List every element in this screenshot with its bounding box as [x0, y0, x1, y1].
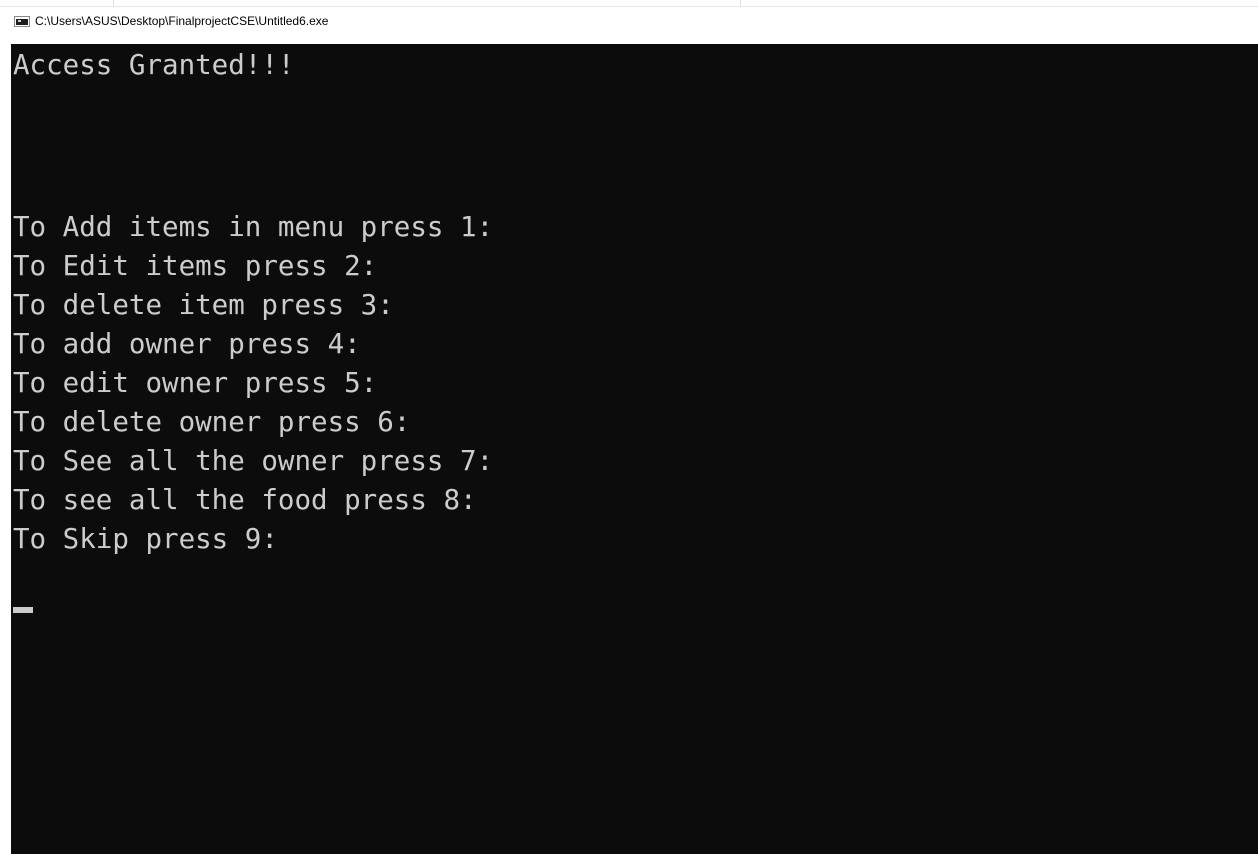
- window-top-edge: [0, 0, 1258, 7]
- menu-option-line: To Skip press 9:: [13, 523, 278, 555]
- menu-option-line: To delete item press 3:: [13, 289, 394, 321]
- text-cursor: [13, 607, 33, 613]
- menu-option-line: To see all the food press 8:: [13, 484, 477, 516]
- menu-option-line: To See all the owner press 7:: [13, 445, 494, 477]
- top-edge-divider: [113, 0, 114, 6]
- menu-option-line: To Edit items press 2:: [13, 250, 378, 282]
- console-app-icon-screen: [16, 19, 28, 25]
- window-title: C:\Users\ASUS\Desktop\FinalprojectCSE\Un…: [35, 14, 329, 28]
- menu-option-line: To add owner press 4:: [13, 328, 361, 360]
- console-output-area[interactable]: Access Granted!!! To Add items in menu p…: [11, 44, 1258, 854]
- top-edge-divider: [740, 0, 741, 6]
- title-bar[interactable]: C:\Users\ASUS\Desktop\FinalprojectCSE\Un…: [0, 7, 1258, 44]
- console-status-line: Access Granted!!!: [13, 49, 295, 81]
- menu-option-line: To edit owner press 5:: [13, 367, 378, 399]
- console-app-icon[interactable]: [14, 16, 30, 27]
- menu-option-line: To delete owner press 6:: [13, 406, 411, 438]
- console-window: C:\Users\ASUS\Desktop\FinalprojectCSE\Un…: [0, 0, 1258, 854]
- menu-option-line: To Add items in menu press 1:: [13, 211, 494, 243]
